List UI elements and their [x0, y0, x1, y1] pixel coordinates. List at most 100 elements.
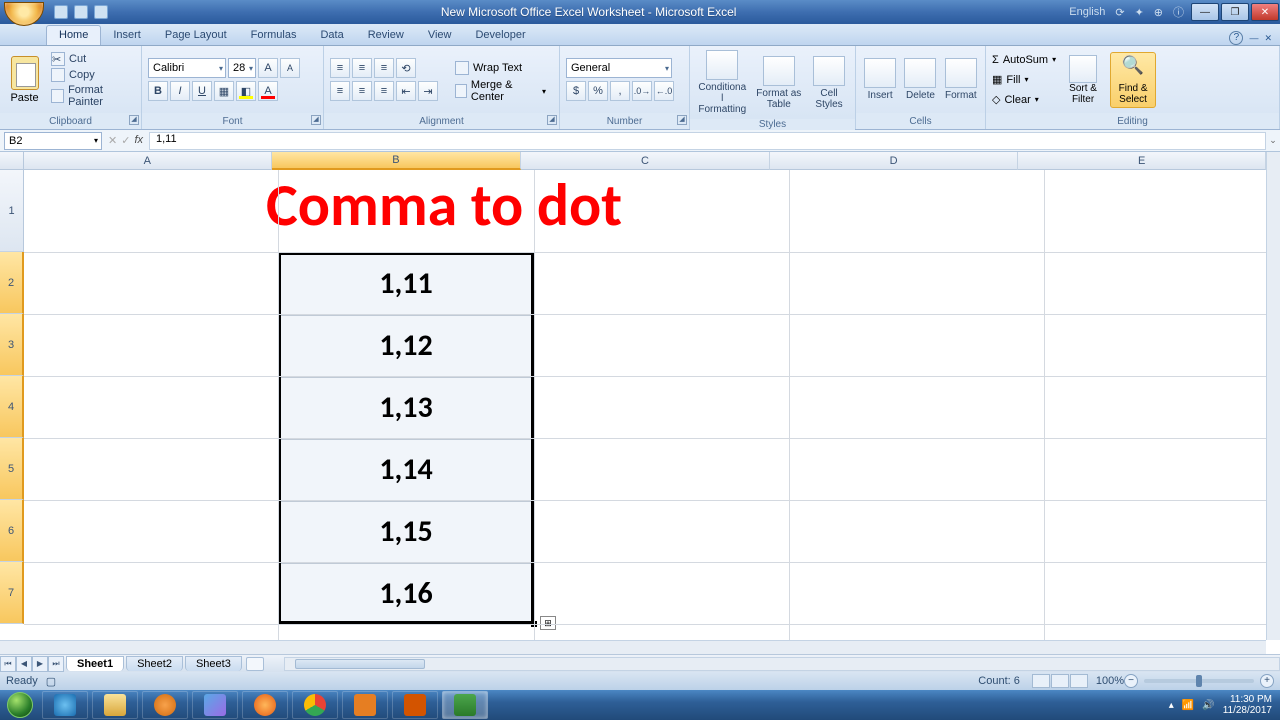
align-left-button[interactable]: ≡	[330, 81, 350, 101]
tray-clock[interactable]: 11:30 PM 11/28/2017	[1223, 694, 1272, 716]
row-header-1[interactable]: 1	[0, 170, 24, 252]
vertical-scrollbar[interactable]	[1266, 152, 1280, 640]
fill-button[interactable]: ▦Fill▾	[992, 71, 1056, 89]
ribbon-minimize-icon[interactable]: —	[1249, 33, 1258, 43]
italic-button[interactable]: I	[170, 81, 190, 101]
enter-formula-icon[interactable]: ✓	[121, 134, 130, 147]
row-header-4[interactable]: 4	[0, 376, 24, 438]
column-header-E[interactable]: E	[1018, 152, 1266, 170]
close-button[interactable]: ✕	[1251, 3, 1279, 21]
tab-formulas[interactable]: Formulas	[239, 26, 309, 45]
font-color-button[interactable]: A	[258, 81, 278, 101]
expand-formula-bar-icon[interactable]: ⌄	[1266, 135, 1280, 146]
insert-cells-button[interactable]: Insert	[862, 56, 898, 103]
tab-view[interactable]: View	[416, 26, 464, 45]
cell-B3[interactable]: 1,12	[278, 314, 534, 376]
merge-center-button[interactable]: Merge & Center▾	[448, 81, 553, 101]
align-bottom-button[interactable]: ≡	[374, 58, 394, 78]
format-as-table-button[interactable]: Format as Table	[753, 54, 806, 112]
cell-B7[interactable]: 1,16	[278, 562, 534, 624]
ribbon-close-icon[interactable]: ✕	[1264, 33, 1272, 44]
start-button[interactable]	[0, 690, 40, 720]
conditional-formatting-button[interactable]: Conditional Formatting	[696, 48, 749, 117]
grow-font-button[interactable]: A	[258, 58, 278, 78]
row-header-7[interactable]: 7	[0, 562, 24, 624]
new-sheet-button[interactable]	[246, 657, 264, 671]
sort-filter-button[interactable]: Sort & Filter	[1060, 55, 1106, 105]
sheet-tab-3[interactable]: Sheet3	[185, 656, 242, 671]
align-top-button[interactable]: ≡	[330, 58, 350, 78]
language-indicator[interactable]: English	[1069, 6, 1105, 18]
scrollbar-thumb[interactable]	[295, 659, 425, 669]
number-launcher-icon[interactable]: ◢	[677, 115, 687, 125]
autosum-button[interactable]: ΣAutoSum▾	[992, 51, 1056, 69]
formula-input[interactable]: 1,11	[149, 132, 1266, 150]
cell-B2[interactable]: 1,11	[278, 252, 534, 314]
cell-B6[interactable]: 1,15	[278, 500, 534, 562]
worksheet-grid[interactable]: ABCDE 1234567 Comma to dot ⊞ 1,111,121,1…	[0, 152, 1280, 654]
macro-record-icon[interactable]: ▢	[46, 675, 56, 688]
decrease-indent-button[interactable]: ⇤	[396, 81, 416, 101]
fx-icon[interactable]: fx	[134, 134, 143, 147]
alignment-launcher-icon[interactable]: ◢	[547, 115, 557, 125]
undo-icon[interactable]	[74, 5, 88, 19]
name-box[interactable]: B2	[4, 132, 102, 150]
help-icon[interactable]: ?	[1229, 31, 1243, 45]
cell-styles-button[interactable]: Cell Styles	[809, 54, 849, 112]
volume-icon[interactable]: 🔊	[1202, 700, 1214, 711]
tab-home[interactable]: Home	[46, 25, 101, 45]
row-header-6[interactable]: 6	[0, 500, 24, 562]
taskbar-wmp[interactable]	[142, 691, 188, 719]
cell-B4[interactable]: 1,13	[278, 376, 534, 438]
paste-icon[interactable]	[11, 56, 39, 90]
cells-area[interactable]: Comma to dot ⊞ 1,111,121,131,141,151,16	[24, 170, 1266, 640]
bold-button[interactable]: B	[148, 81, 168, 101]
zoom-slider[interactable]	[1144, 679, 1254, 683]
tab-review[interactable]: Review	[356, 26, 416, 45]
column-header-D[interactable]: D	[770, 152, 1019, 170]
zoom-in-button[interactable]: +	[1260, 674, 1274, 688]
tab-page-layout[interactable]: Page Layout	[153, 26, 239, 45]
taskbar-explorer[interactable]	[92, 691, 138, 719]
zoom-thumb[interactable]	[1196, 675, 1202, 687]
taskbar-excel[interactable]	[442, 691, 488, 719]
clipboard-launcher-icon[interactable]: ◢	[129, 115, 139, 125]
orientation-button[interactable]: ⟲	[396, 58, 416, 78]
find-select-button[interactable]: 🔍Find & Select	[1110, 52, 1156, 108]
sheet-tab-2[interactable]: Sheet2	[126, 656, 183, 671]
format-cells-button[interactable]: Format	[943, 56, 979, 103]
paste-button[interactable]: Paste	[10, 92, 38, 104]
tab-insert[interactable]: Insert	[101, 26, 153, 45]
network-icon[interactable]: 📶	[1182, 700, 1194, 711]
maximize-button[interactable]: ❐	[1221, 3, 1249, 21]
wrap-text-button[interactable]: Wrap Text	[448, 58, 553, 78]
decrease-decimal-button[interactable]: ←.0	[654, 81, 674, 101]
office-button[interactable]	[4, 2, 44, 26]
zoom-out-button[interactable]: −	[1124, 674, 1138, 688]
taskbar-firefox[interactable]	[242, 691, 288, 719]
sheet-tab-1[interactable]: Sheet1	[66, 656, 124, 671]
row-header-3[interactable]: 3	[0, 314, 24, 376]
select-all-corner[interactable]	[0, 152, 24, 170]
shrink-font-button[interactable]: A	[280, 58, 300, 78]
column-header-B[interactable]: B	[272, 152, 522, 170]
page-break-view-button[interactable]	[1070, 674, 1088, 688]
autofill-options-icon[interactable]: ⊞	[540, 616, 556, 630]
horizontal-scrollbar[interactable]	[284, 657, 1280, 671]
font-size-combo[interactable]: 28	[228, 58, 256, 78]
copy-button[interactable]: Copy	[51, 68, 135, 82]
delete-cells-button[interactable]: Delete	[902, 56, 938, 103]
align-center-button[interactable]: ≡	[352, 81, 372, 101]
taskbar-ie[interactable]	[42, 691, 88, 719]
redo-icon[interactable]	[94, 5, 108, 19]
tray-expand-icon[interactable]: ▴	[1169, 700, 1174, 711]
underline-button[interactable]: U	[192, 81, 212, 101]
save-icon[interactable]	[54, 5, 68, 19]
row-header-2[interactable]: 2	[0, 252, 24, 314]
fill-color-button[interactable]: ◧	[236, 81, 256, 101]
number-format-combo[interactable]: General	[566, 58, 672, 78]
cell-B5[interactable]: 1,14	[278, 438, 534, 500]
cut-button[interactable]: ✂Cut	[51, 52, 135, 66]
clear-button[interactable]: ◇Clear▾	[992, 91, 1056, 109]
taskbar-app2[interactable]	[392, 691, 438, 719]
